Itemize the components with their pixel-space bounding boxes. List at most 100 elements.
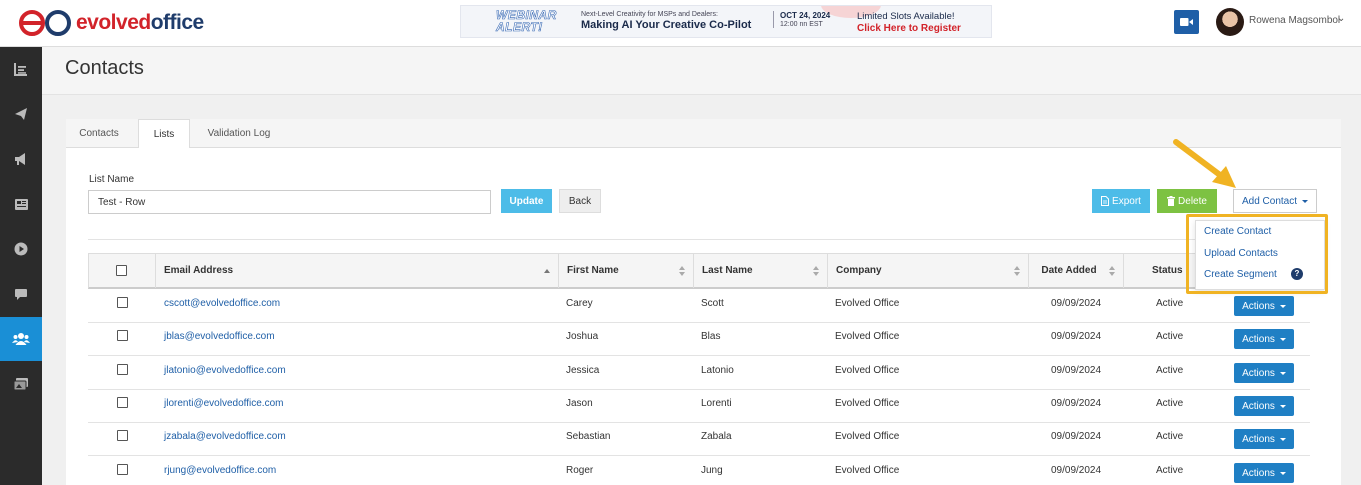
row-email-link[interactable]: rjung@evolvedoffice.com [164,465,276,476]
table-row: cscott@evolvedoffice.com Carey Scott Evo… [88,289,1310,323]
title-band [42,47,1361,95]
newspaper-icon [14,198,28,210]
row-actions-button[interactable]: Actions [1234,463,1294,483]
update-button[interactable]: Update [501,189,552,213]
row-email-link[interactable]: jzabala@evolvedoffice.com [164,431,286,442]
caret-down-icon [1279,304,1286,308]
row-checkbox[interactable] [117,364,128,375]
sidebar-item-media[interactable] [0,362,42,406]
list-name-input[interactable] [88,190,491,214]
row-email-link[interactable]: jblas@evolvedoffice.com [164,331,275,342]
tab-validation-log[interactable]: Validation Log [196,119,282,148]
header-email-label: Email Address [164,265,234,276]
banner-cta-block: Limited Slots Available! Click Here to R… [857,11,961,34]
file-icon [1101,196,1110,206]
row-actions-button[interactable]: Actions [1234,396,1294,416]
tab-lists[interactable]: Lists [138,119,190,149]
header-last-name[interactable]: Last Name [694,254,828,288]
row-email-link[interactable]: jlatonio@evolvedoffice.com [164,365,286,376]
row-checkbox[interactable] [117,464,128,475]
header-status-label: Status [1152,265,1183,276]
banner-register-link[interactable]: Click Here to Register [857,23,961,34]
row-actions-button[interactable]: Actions [1234,296,1294,316]
row-actions-label: Actions [1242,333,1275,345]
row-company: Evolved Office [835,398,900,409]
brand-name-part2: office [150,11,205,34]
banner-date: OCT 24, 2024 12:00 nn EST [773,11,830,28]
row-actions-label: Actions [1242,300,1275,312]
banner-date-text: OCT 24, 2024 [780,11,831,20]
video-call-button[interactable] [1174,10,1199,34]
export-button[interactable]: Export [1092,189,1150,213]
annotation-highlight-box [1186,214,1328,294]
sort-icon [1109,266,1115,276]
banner-alert: WEBINAR ALERT! [496,9,557,34]
row-actions-button[interactable]: Actions [1234,429,1294,449]
row-last-name: Zabala [701,431,732,442]
caret-down-icon [1279,404,1286,408]
sidebar-item-newsletters[interactable] [0,182,42,226]
row-status: Active [1156,465,1184,476]
row-company: Evolved Office [835,298,900,309]
row-checkbox[interactable] [117,297,128,308]
row-actions-label: Actions [1242,400,1275,412]
header-email[interactable]: Email Address [156,254,559,288]
row-status: Active [1156,331,1184,342]
sidebar-item-announcements[interactable] [0,137,42,181]
row-status: Active [1156,298,1184,309]
row-last-name: Latonio [701,365,734,376]
header-select-cell [89,254,156,288]
select-all-checkbox[interactable] [116,265,127,276]
chat-icon [15,288,27,300]
header-first-name[interactable]: First Name [559,254,694,288]
table-header: Email Address First Name Last Name Compa… [88,253,1310,289]
user-name[interactable]: Rowena Magsombol [1249,15,1340,26]
row-actions-label: Actions [1242,367,1275,379]
row-date-added: 09/09/2024 [1051,465,1102,476]
tab-contacts[interactable]: Contacts [66,119,132,148]
add-contact-button[interactable]: Add Contact [1233,189,1317,213]
row-checkbox[interactable] [117,430,128,441]
sidebar-item-messages[interactable] [0,272,42,316]
page-title: Contacts [65,57,144,79]
avatar[interactable] [1216,8,1244,36]
back-button[interactable]: Back [559,189,601,213]
row-status: Active [1156,398,1184,409]
row-last-name: Lorenti [701,398,732,409]
header-date-added[interactable]: Date Added [1029,254,1124,288]
export-label: Export [1112,195,1141,207]
webinar-banner[interactable]: WEBINAR ALERT! Next-Level Creativity for… [460,5,992,38]
banner-headline: Making AI Your Creative Co-Pilot [581,19,752,31]
trash-icon [1167,196,1176,206]
row-first-name: Roger [566,465,594,476]
sidebar-item-campaigns[interactable] [0,92,42,136]
row-email-link[interactable]: cscott@evolvedoffice.com [164,298,280,309]
sidebar-item-contacts[interactable] [0,317,42,361]
row-checkbox[interactable] [117,397,128,408]
row-last-name: Jung [701,465,723,476]
row-company: Evolved Office [835,365,900,376]
caret-down-icon [1279,471,1286,475]
header-company[interactable]: Company [828,254,1029,288]
megaphone-icon [15,153,25,165]
row-date-added: 09/09/2024 [1051,398,1102,409]
banner-middle: Next-Level Creativity for MSPs and Deale… [581,11,751,31]
row-checkbox[interactable] [117,330,128,341]
table-row: jlatonio@evolvedoffice.com Jessica Laton… [88,356,1310,390]
tab-bar: Contacts Lists Validation Log [66,119,1341,149]
row-actions-button[interactable]: Actions [1234,329,1294,349]
row-actions-label: Actions [1242,433,1275,445]
row-last-name: Blas [701,331,721,342]
sidebar-item-videos[interactable] [0,227,42,271]
top-header: evolvedoffice WEBINAR ALERT! Next-Level … [0,0,1361,47]
row-actions-button[interactable]: Actions [1234,363,1294,383]
chevron-down-icon[interactable]: ⌄ [1337,13,1345,24]
send-icon [15,108,27,120]
sidebar-item-dashboard[interactable] [0,47,42,91]
brand-logo[interactable]: evolvedoffice [18,8,204,38]
users-icon [12,333,30,345]
sort-asc-icon [544,266,550,276]
row-email-link[interactable]: jlorenti@evolvedoffice.com [164,398,283,409]
banner-slots: Limited Slots Available! [857,11,955,22]
caret-down-icon [1279,337,1286,341]
